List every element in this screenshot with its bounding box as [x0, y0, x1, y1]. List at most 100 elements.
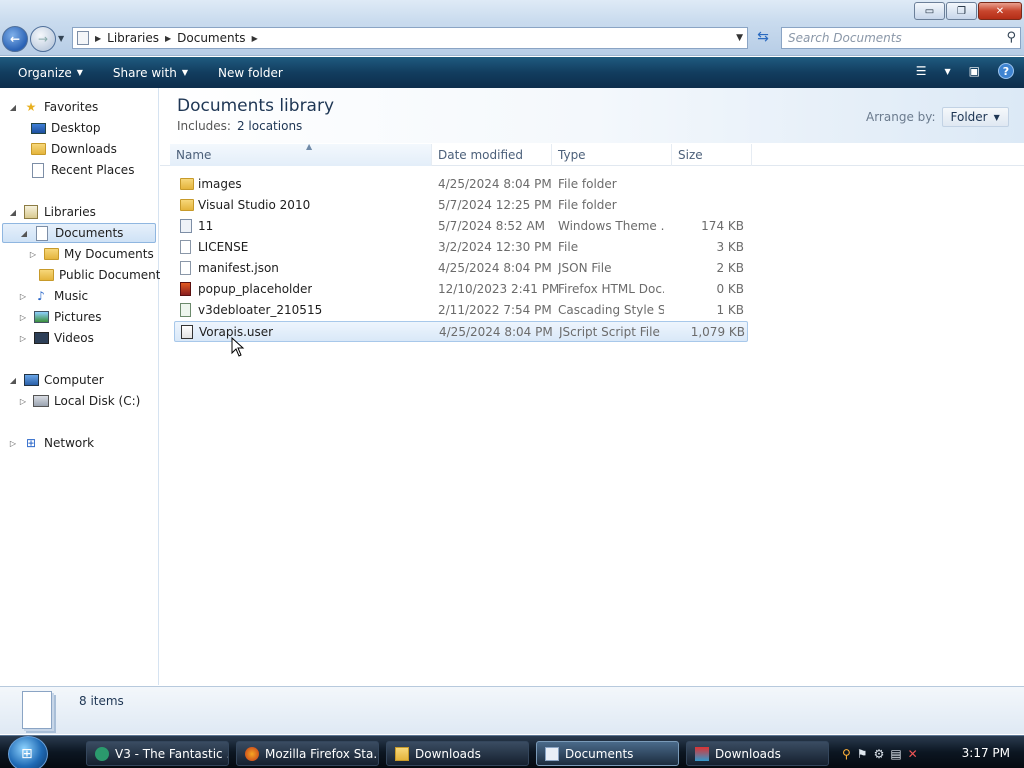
expand-arrow-icon[interactable]: ◢ [8, 103, 18, 112]
expand-arrow-icon[interactable]: ▷ [8, 439, 18, 448]
taskbar-item-v3[interactable]: V3 - The Fantastic ... [86, 741, 229, 766]
maximize-button[interactable]: ❐ [946, 2, 977, 20]
computer-icon [23, 374, 39, 386]
help-icon[interactable]: ? [998, 63, 1014, 79]
file-row[interactable]: popup_placeholder 12/10/2023 2:41 PM Fir… [174, 279, 748, 300]
chevron-right-icon[interactable]: ▶ [95, 34, 101, 43]
view-options-dropdown[interactable]: ▼ [945, 67, 951, 76]
search-icon[interactable]: ⚲ [842, 747, 851, 761]
file-row[interactable]: LICENSE 3/2/2024 12:30 PM File 3 KB [174, 237, 748, 258]
pictures-icon [33, 311, 49, 323]
start-button[interactable]: ⊞ [8, 736, 48, 768]
title-bar: ▭ ❐ ✕ ← → ▼ ▶ Libraries ▶ Documents ▶ ▼ … [0, 0, 1024, 56]
sidebar-item-documents[interactable]: ◢ Documents [2, 223, 156, 243]
sidebar-item-local-disk[interactable]: ▷ Local Disk (C:) [18, 391, 140, 411]
change-view-icon[interactable]: ☰ [916, 64, 927, 78]
preview-pane-icon[interactable]: ▣ [969, 64, 980, 78]
file-list-pane: Documents library Includes: 2 locations A… [160, 88, 1024, 685]
taskbar-item-downloads-2[interactable]: Downloads [686, 741, 829, 766]
sort-ascending-icon: ▲ [306, 142, 313, 151]
sidebar-item-favorites[interactable]: ◢ ★ Favorites [8, 97, 98, 117]
expand-arrow-icon[interactable]: ◢ [8, 208, 18, 217]
new-folder-button[interactable]: New folder [203, 57, 298, 88]
taskbar-item-downloads[interactable]: Downloads [386, 741, 529, 766]
sidebar-item-videos[interactable]: ▷ Videos [18, 328, 94, 348]
file-date: 3/2/2024 12:30 PM [438, 240, 552, 254]
sidebar-item-label: My Documents [64, 247, 154, 261]
sidebar-item-public-documents[interactable]: Public Documents [38, 265, 167, 285]
navigation-pane: ◢ ★ Favorites Desktop Downloads Recent P… [0, 88, 167, 685]
address-history-dropdown[interactable]: ▼ [736, 33, 743, 43]
file-size: 2 KB [716, 261, 744, 275]
new-folder-label: New folder [217, 65, 283, 80]
expand-arrow-icon[interactable]: ◢ [8, 376, 18, 385]
expand-arrow-icon[interactable]: ▷ [18, 334, 28, 343]
forward-arrow-icon: → [37, 32, 49, 46]
sidebar-item-my-documents[interactable]: ▷ My Documents [28, 244, 154, 264]
column-header-size[interactable]: Size [672, 144, 752, 166]
file-row[interactable]: images 4/25/2024 8:04 PM File folder [174, 174, 748, 195]
back-button[interactable]: ← [2, 26, 28, 52]
sidebar-item-label: Local Disk (C:) [54, 394, 141, 408]
details-pane: 8 items [0, 686, 1024, 734]
includes-locations-link[interactable]: 2 locations [237, 119, 302, 133]
taskbar-item-firefox[interactable]: Mozilla Firefox Sta... [236, 741, 379, 766]
arrange-by-dropdown[interactable]: Folder ▼ [941, 107, 1009, 127]
recent-pages-dropdown[interactable]: ▼ [58, 34, 64, 43]
usb-icon[interactable]: ⚙ [874, 747, 885, 761]
folder-icon [180, 178, 194, 190]
network-tray-icon[interactable]: ▤ [890, 747, 901, 761]
organize-button[interactable]: Organize ▼ [0, 57, 98, 88]
expand-arrow-icon[interactable]: ◢ [19, 229, 29, 238]
expand-arrow-icon[interactable]: ▷ [18, 313, 28, 322]
v3-app-icon [95, 746, 109, 761]
chevron-right-icon[interactable]: ▶ [252, 34, 258, 43]
file-size: 3 KB [716, 240, 744, 254]
close-button[interactable]: ✕ [978, 2, 1022, 20]
minimize-button[interactable]: ▭ [914, 2, 945, 20]
file-size: 1 KB [716, 303, 744, 317]
chevron-right-icon[interactable]: ▶ [165, 34, 171, 43]
file-date: 4/25/2024 8:04 PM [438, 261, 552, 275]
firefox-html-icon [180, 282, 191, 296]
address-bar[interactable]: ▶ Libraries ▶ Documents ▶ ▼ [72, 27, 748, 49]
search-input[interactable]: Search Documents ⚲ [781, 27, 1021, 49]
file-row[interactable]: manifest.json 4/25/2024 8:04 PM JSON Fil… [174, 258, 748, 279]
sidebar-item-downloads[interactable]: Downloads [30, 139, 117, 159]
expand-arrow-icon[interactable]: ▷ [18, 292, 28, 301]
clock[interactable]: 3:17 PM [962, 746, 1010, 760]
expand-arrow-icon[interactable]: ▷ [18, 397, 28, 406]
taskbar-item-documents[interactable]: Documents [536, 741, 679, 766]
volume-muted-icon[interactable]: ✕ [908, 747, 918, 761]
file-row-selected[interactable]: Vorapis.user 4/25/2024 8:04 PM JScript S… [174, 321, 748, 342]
sidebar-item-label: Desktop [51, 121, 101, 135]
breadcrumb-libraries[interactable]: Libraries [107, 31, 159, 45]
item-count: 8 items [79, 694, 124, 708]
sidebar-item-recent-places[interactable]: Recent Places [30, 160, 134, 180]
file-row[interactable]: v3debloater_210515 2/11/2022 7:54 PM Cas… [174, 300, 748, 321]
file-date: 4/25/2024 8:04 PM [439, 325, 553, 339]
refresh-button[interactable]: ⇆ [752, 29, 774, 49]
breadcrumb-documents[interactable]: Documents [177, 31, 245, 45]
expand-arrow-icon[interactable]: ▷ [28, 250, 38, 259]
column-label: Name [176, 148, 212, 162]
sidebar-item-network[interactable]: ▷ ⊞ Network [8, 433, 94, 453]
file-row[interactable]: Visual Studio 2010 5/7/2024 12:25 PM Fil… [174, 195, 748, 216]
sidebar-item-label: Downloads [51, 142, 117, 156]
language-icon[interactable]: ⚑ [857, 747, 868, 761]
sidebar-item-libraries[interactable]: ◢ Libraries [8, 202, 96, 222]
includes-label: Includes: [177, 119, 231, 133]
column-header-name[interactable]: Name ▲ [170, 142, 432, 166]
taskbar-item-label: Documents [565, 746, 634, 761]
file-type: Firefox HTML Doc... [558, 282, 664, 296]
sidebar-item-pictures[interactable]: ▷ Pictures [18, 307, 102, 327]
sidebar-item-computer[interactable]: ◢ Computer [8, 370, 104, 390]
forward-button[interactable]: → [30, 26, 56, 52]
file-row[interactable]: 11 5/7/2024 8:52 AM Windows Theme ... 17… [174, 216, 748, 237]
search-icon[interactable]: ⚲ [1006, 30, 1016, 45]
share-with-button[interactable]: Share with ▼ [98, 57, 203, 88]
sidebar-item-desktop[interactable]: Desktop [30, 118, 101, 138]
sidebar-item-music[interactable]: ▷ ♪ Music [18, 286, 88, 306]
column-header-type[interactable]: Type [552, 144, 672, 166]
column-header-date[interactable]: Date modified [432, 144, 552, 166]
